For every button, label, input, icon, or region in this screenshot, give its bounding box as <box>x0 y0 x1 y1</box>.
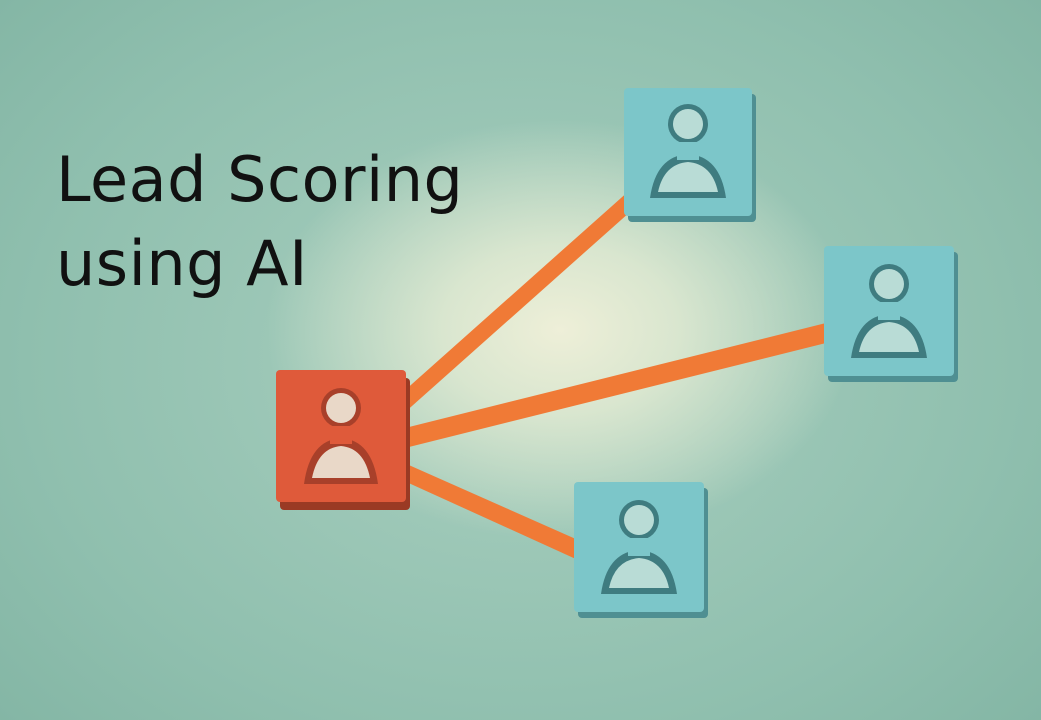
prospect-block-top <box>624 88 756 222</box>
photo-scene: Lead Scoring using AI <box>0 0 1041 720</box>
lead-block <box>276 370 410 510</box>
prospect-block-bottom <box>574 482 708 618</box>
connector-to-bottom-prospect <box>402 462 578 560</box>
prospect-block-right <box>824 246 958 382</box>
